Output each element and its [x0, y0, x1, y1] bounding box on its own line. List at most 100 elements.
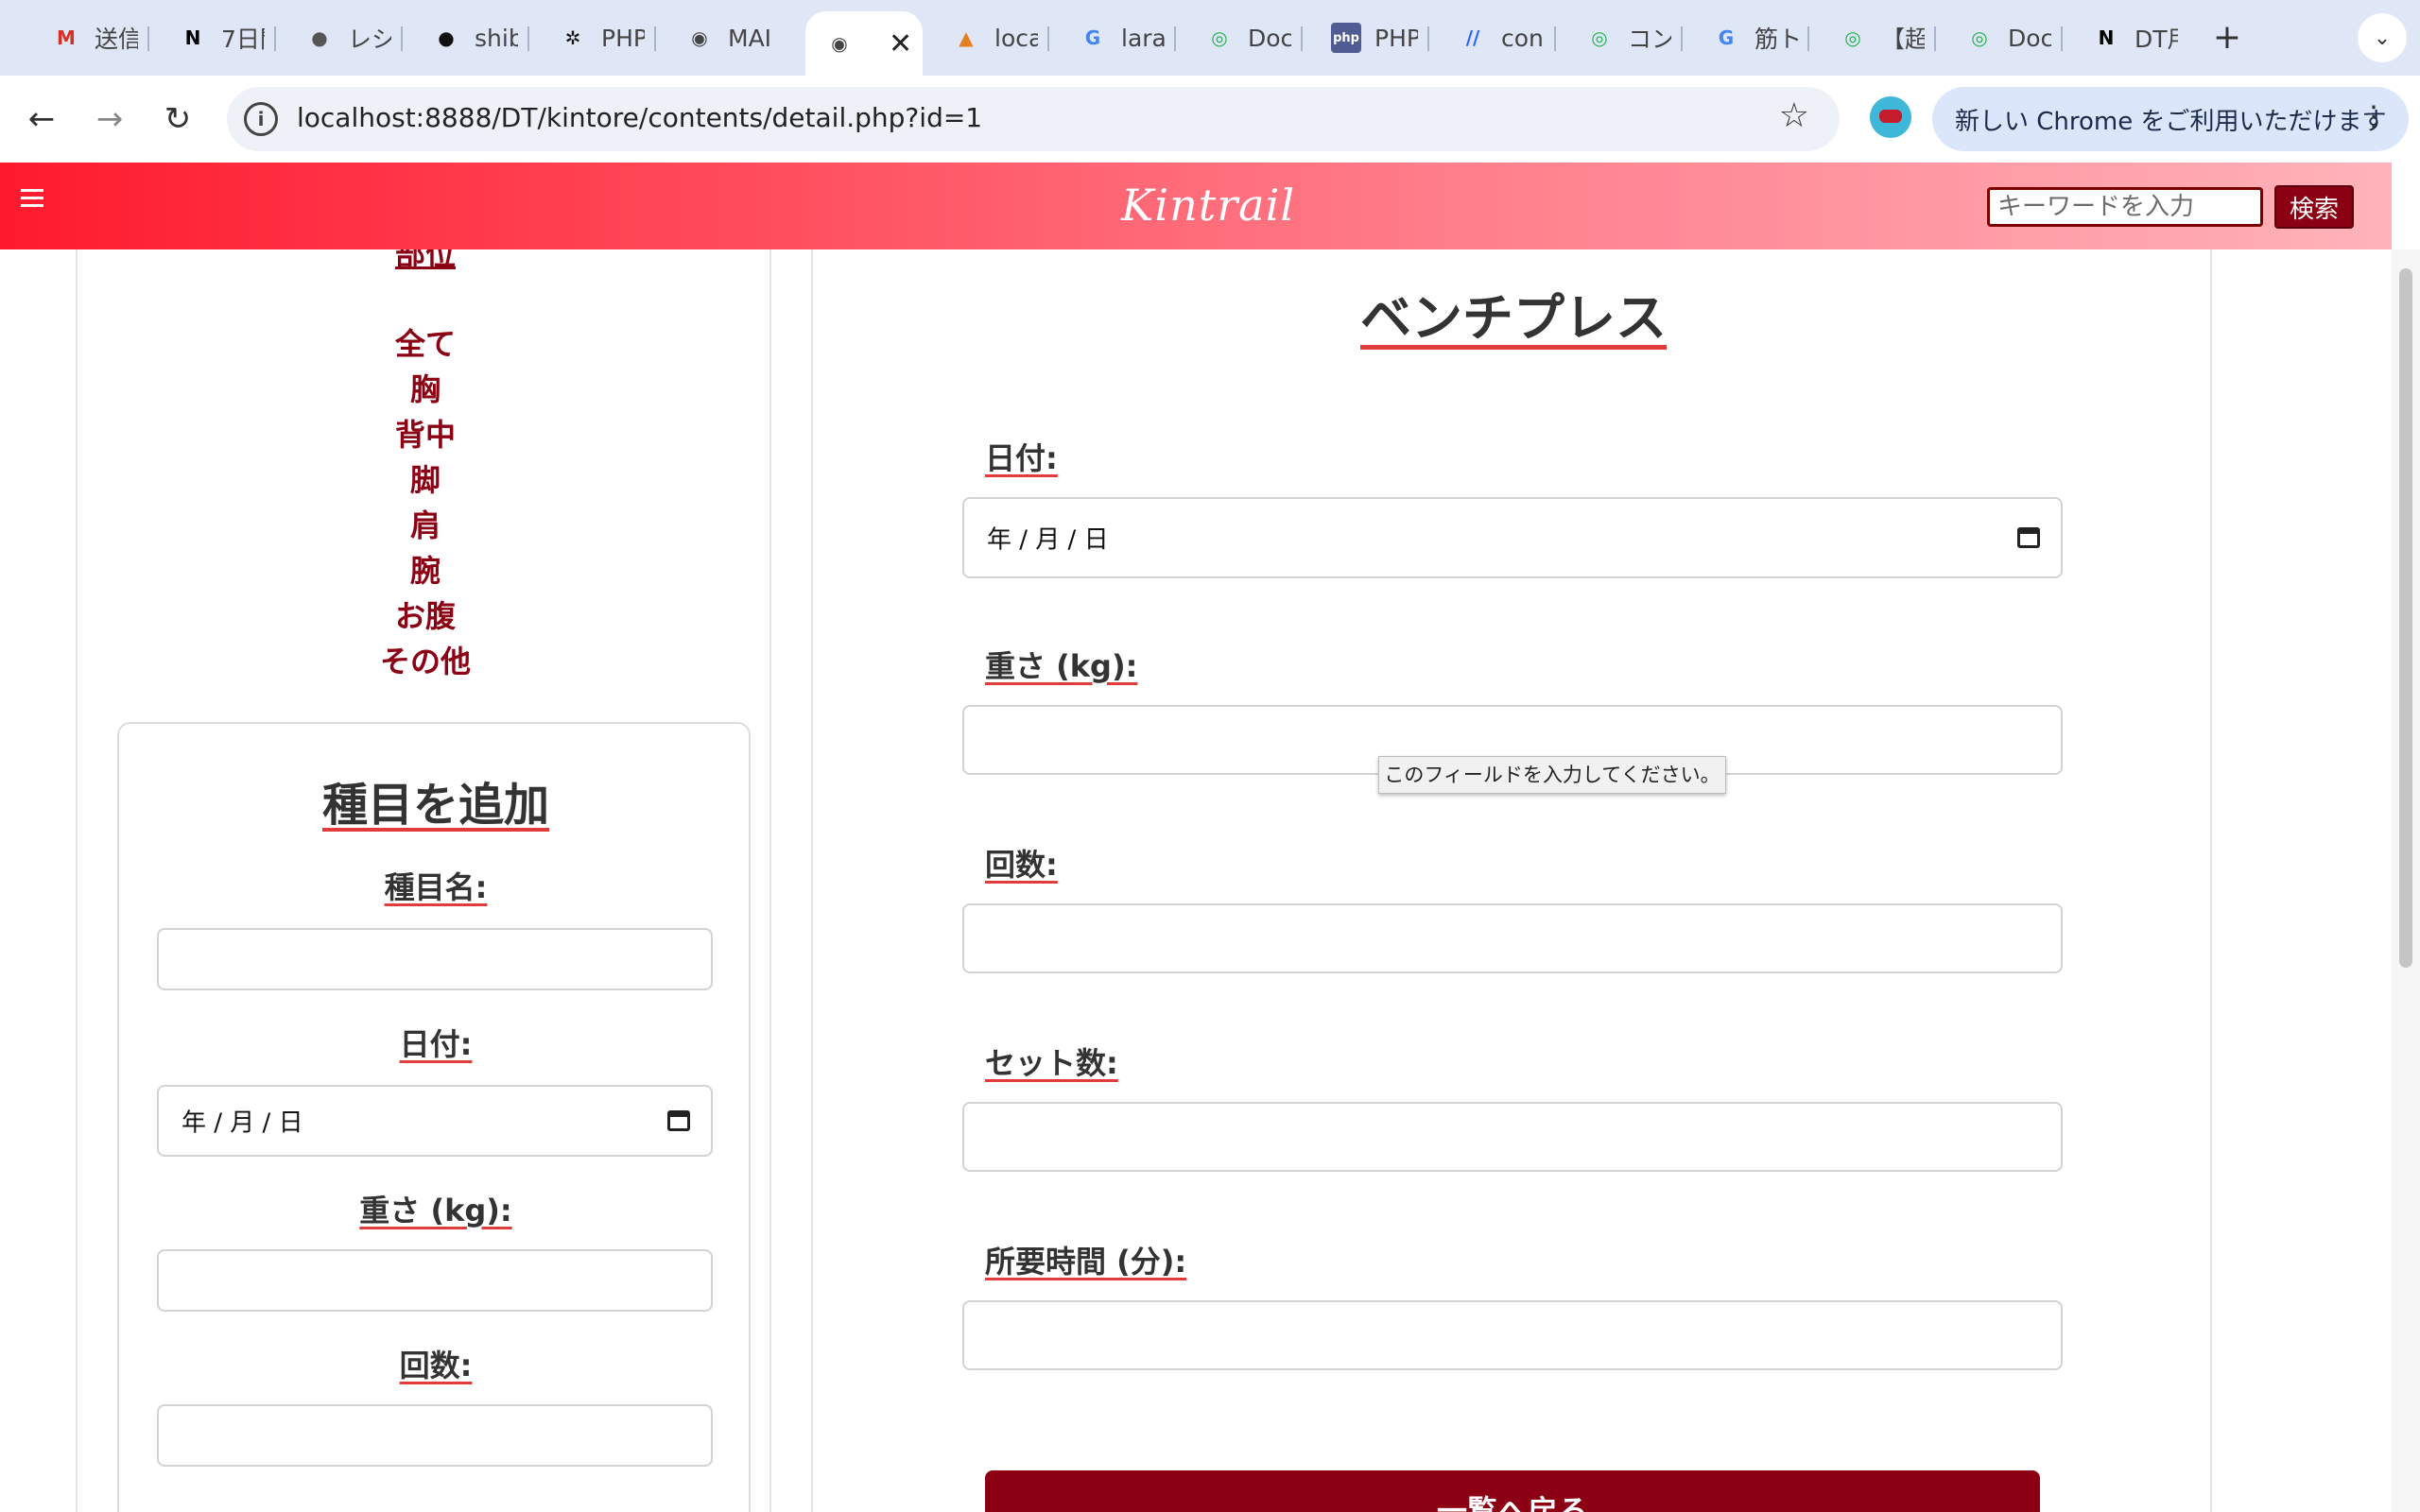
tab-title: shib — [475, 24, 518, 52]
tab-title: MAI — [728, 24, 771, 52]
back-arrow-icon[interactable]: ← — [19, 96, 64, 142]
copilot-icon: ◎ — [1591, 26, 1608, 49]
category-link[interactable]: 肩 — [78, 503, 769, 548]
browser-tab[interactable]: N DT用 — [2072, 13, 2178, 62]
tab-title: PHP — [1374, 24, 1418, 52]
tab-search-button[interactable]: ⌄ — [2358, 13, 2407, 62]
notion-icon: N — [184, 26, 201, 49]
browser-tab[interactable]: M 送信 — [32, 13, 138, 62]
add-weight-input[interactable] — [157, 1249, 713, 1312]
chrome-update-chip[interactable]: 新しい Chrome をご利用いただけます ⋮ — [1932, 87, 2409, 151]
sets-input[interactable] — [962, 1102, 2063, 1172]
sidebar-heading: 部位 — [394, 249, 456, 272]
browser-tab[interactable]: ● shib — [412, 13, 518, 62]
date-placeholder: 年 / 月 / 日 — [987, 525, 1109, 555]
category-link[interactable]: 背中 — [78, 412, 769, 457]
tab-separator — [1427, 26, 1429, 51]
browser-tab[interactable]: ◎ Doc — [1185, 13, 1291, 62]
browser-tab[interactable]: ◉ ✕ — [805, 11, 923, 76]
profile-avatar-icon[interactable] — [1870, 96, 1911, 138]
tab-title: 送信 — [95, 26, 138, 53]
tab-separator — [1301, 26, 1303, 51]
duration-input[interactable] — [962, 1300, 2063, 1370]
bookmark-star-icon[interactable]: ☆ — [1779, 96, 1809, 135]
google-icon: G — [1084, 26, 1101, 49]
add-weight-label: 重さ (kg): — [359, 1193, 512, 1228]
search-button[interactable]: 検索 — [2274, 185, 2354, 229]
tab-title: PHP — [601, 24, 645, 52]
address-bar[interactable]: i localhost:8888/DT/kintore/contents/det… — [227, 87, 1840, 151]
tab-title: 筋ト — [1754, 26, 1798, 53]
browser-tab[interactable]: ◎ 【超 — [1819, 13, 1925, 62]
calendar-icon[interactable] — [667, 1110, 690, 1131]
new-tab-button[interactable]: + — [2208, 19, 2246, 57]
tab-title: lara — [1121, 24, 1165, 52]
calendar-icon[interactable] — [2017, 527, 2040, 548]
copilot-icon: ◎ — [1971, 26, 1988, 49]
add-date-input[interactable]: 年 / 月 / 日 — [157, 1085, 713, 1157]
reload-icon[interactable]: ↻ — [155, 96, 200, 142]
mamp-icon: ◉ — [691, 26, 708, 49]
back-to-list-button[interactable]: 一覧へ戻る — [985, 1470, 2040, 1512]
browser-toolbar: ← → ↻ i localhost:8888/DT/kintore/conten… — [0, 76, 2420, 163]
update-chip-label: 新しい Chrome をご利用いただけます — [1955, 107, 2387, 136]
copilot-icon: ◎ — [1211, 26, 1228, 49]
tab-title: con — [1501, 24, 1544, 52]
gmail-icon: M — [57, 26, 76, 49]
category-link[interactable]: 胸 — [78, 367, 769, 412]
browser-tab[interactable]: G 筋ト — [1692, 13, 1798, 62]
browser-tab[interactable]: Glara — [1059, 13, 1165, 62]
openai-icon: ✲ — [564, 26, 581, 49]
validation-tooltip: このフィールドを入力してください。 — [1378, 756, 1726, 794]
category-link[interactable]: 脚 — [78, 457, 769, 503]
globe-icon: ● — [311, 26, 328, 49]
exercise-name-label: 種目名: — [384, 869, 488, 905]
category-link[interactable]: 腕 — [78, 548, 769, 593]
category-link[interactable]: その他 — [78, 639, 769, 684]
keyword-search-input[interactable] — [1987, 187, 2263, 227]
add-reps-input[interactable] — [157, 1404, 713, 1467]
brand-logo[interactable]: Kintrail — [1121, 180, 1295, 231]
browser-tab[interactable]: // con — [1439, 13, 1545, 62]
url-text[interactable]: localhost:8888/DT/kintore/contents/detai… — [297, 102, 982, 133]
tab-title: レシ — [348, 26, 391, 53]
vercel-icon: // — [1465, 26, 1480, 49]
browser-tab[interactable]: ● レシ — [285, 13, 391, 62]
site-info-icon[interactable]: i — [244, 102, 278, 136]
tab-separator — [654, 26, 656, 51]
tab-separator — [274, 26, 276, 51]
exercise-detail-card: ベンチプレス 日付: 年 / 月 / 日 重さ (kg): このフィールドを入力… — [811, 249, 2212, 1512]
browser-tab[interactable]: ◎ コン — [1565, 13, 1671, 62]
tab-separator — [1554, 26, 1556, 51]
category-link[interactable]: 全て — [78, 321, 769, 367]
weight-label: 重さ (kg): — [985, 648, 1138, 684]
tab-separator — [1934, 26, 1936, 51]
hamburger-menu-icon[interactable] — [21, 189, 43, 208]
tab-separator — [401, 26, 403, 51]
date-label: 日付: — [985, 440, 1058, 476]
tab-separator — [527, 26, 529, 51]
exercise-name-input[interactable] — [157, 928, 713, 990]
page-scrollbar[interactable] — [2392, 249, 2420, 1512]
add-date-placeholder: 年 / 月 / 日 — [182, 1108, 303, 1138]
browser-tab[interactable]: ▲ loca — [932, 13, 1038, 62]
tab-title: Doc — [1248, 24, 1291, 52]
date-input[interactable]: 年 / 月 / 日 — [962, 497, 2063, 578]
browser-tab[interactable]: ◎ Doc — [1945, 13, 2051, 62]
reps-input[interactable] — [962, 903, 2063, 973]
browser-tab[interactable]: php PHP — [1312, 13, 1418, 62]
browser-tab[interactable]: N 7日間 — [159, 13, 265, 62]
notion-icon: N — [2098, 26, 2115, 49]
scrollbar-thumb[interactable] — [2399, 268, 2412, 968]
sidebar: 部位 全て胸背中脚肩腕お腹 その他 種目を追加 種目名: 日付: 年 / 月 / … — [76, 249, 771, 1512]
chrome-menu-icon[interactable]: ⋮ — [2360, 100, 2388, 133]
browser-tab[interactable]: ◉ MAI — [666, 13, 771, 62]
duration-label: 所要時間 (分): — [985, 1244, 1187, 1280]
add-reps-label: 回数: — [399, 1348, 473, 1383]
category-link[interactable]: お腹 — [78, 593, 769, 639]
browser-tab[interactable]: ✲ PHP — [539, 13, 645, 62]
forward-arrow-icon[interactable]: → — [87, 96, 132, 142]
google-icon: G — [1718, 26, 1735, 49]
close-tab-icon[interactable]: ✕ — [889, 27, 912, 60]
browser-tab-strip: M送信N7日間●レシ●shib✲PHP◉MAI◉✕▲locaGlara◎Docp… — [0, 0, 2420, 76]
